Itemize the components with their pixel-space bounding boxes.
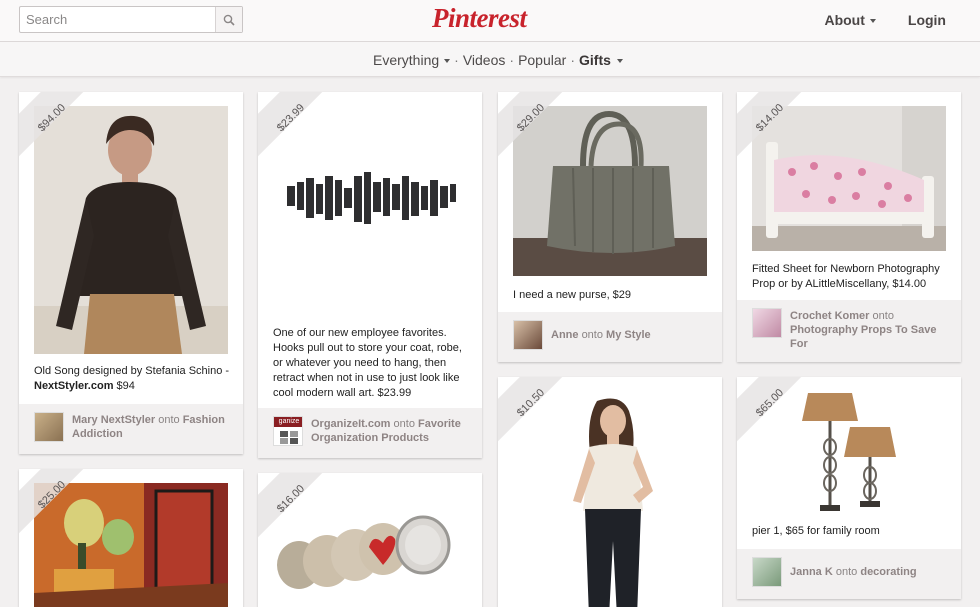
avatar[interactable]: ganize xyxy=(273,416,303,446)
pin-description: One of our new employee favorites. Hooks… xyxy=(273,327,462,399)
nav-separator: · xyxy=(509,52,515,68)
pin-card[interactable]: $10.50 xyxy=(498,377,722,607)
avatar[interactable] xyxy=(513,320,543,350)
search-box xyxy=(19,6,243,33)
user-name[interactable]: Anne xyxy=(551,329,579,341)
pinterest-logo[interactable]: Pinterest xyxy=(432,3,552,37)
pin-image[interactable] xyxy=(273,106,467,316)
pin-description: Fitted Sheet for Newborn Photography Pro… xyxy=(752,263,940,290)
pin-attribution: Mary NextStyler onto Fashion Addiction xyxy=(19,404,243,454)
login-label: Login xyxy=(907,12,946,28)
login-link[interactable]: Login xyxy=(908,12,946,28)
avatar[interactable] xyxy=(34,412,64,442)
onto-label: onto xyxy=(393,418,415,430)
pin-description-text: Old Song designed by Stefania Schino - xyxy=(34,365,230,377)
nav-separator: · xyxy=(454,52,459,68)
search-icon xyxy=(223,14,235,26)
about-menu[interactable]: About xyxy=(824,12,876,28)
nav-everything[interactable]: Everything xyxy=(373,52,439,68)
search-input[interactable] xyxy=(20,7,216,32)
pin-image[interactable] xyxy=(752,106,946,251)
about-label: About xyxy=(824,12,865,28)
avatar[interactable] xyxy=(752,557,782,587)
pin-attribution: ganize OrganizeIt.com onto Favorite Orga… xyxy=(258,408,482,458)
pin-image[interactable] xyxy=(34,106,228,354)
pin-card[interactable]: $25.00 xyxy=(19,469,243,607)
search-button[interactable] xyxy=(215,7,242,32)
pin-card[interactable]: $14.00 Fitted Sheet for Newborn Photogra… xyxy=(737,92,961,362)
onto-label: onto xyxy=(581,329,603,341)
pin-description: Old Song designed by Stefania Schino - N… xyxy=(34,364,234,394)
board-name[interactable]: decorating xyxy=(860,566,916,578)
top-nav: About Login xyxy=(824,12,980,28)
avatar-label: ganize xyxy=(274,417,302,427)
board-name[interactable]: Photography Props To Save For xyxy=(790,324,937,350)
chevron-down-icon xyxy=(869,18,876,23)
chevron-down-icon[interactable] xyxy=(444,58,451,63)
pin-card[interactable]: $23.99 One of our new employee favorites… xyxy=(258,92,482,458)
category-nav: Everything · Videos · Popular · Gifts xyxy=(0,42,980,77)
pin-attribution: Anne onto My Style xyxy=(498,312,722,362)
pin-image[interactable] xyxy=(34,483,228,607)
pin-image[interactable] xyxy=(513,391,707,607)
chevron-down-icon[interactable] xyxy=(616,58,623,63)
pin-attribution: Janna K onto decorating xyxy=(737,549,961,599)
avatar[interactable] xyxy=(752,308,782,338)
onto-label: onto xyxy=(872,310,894,322)
pin-image[interactable] xyxy=(752,391,946,517)
nav-popular[interactable]: Popular xyxy=(518,52,566,68)
nav-videos[interactable]: Videos xyxy=(463,52,506,68)
pin-card[interactable]: $16.00 xyxy=(258,473,482,607)
source-link[interactable]: NextStyler.com xyxy=(34,380,113,392)
user-name[interactable]: Mary NextStyler xyxy=(72,414,155,426)
nav-gifts[interactable]: Gifts xyxy=(579,52,611,68)
user-name[interactable]: Janna K xyxy=(790,566,833,578)
pin-image[interactable] xyxy=(513,106,707,276)
pin-card[interactable]: $29.00 I need a new purse, $29 Anne onto… xyxy=(498,92,722,362)
top-bar: Pinterest About Login xyxy=(0,0,980,42)
pin-card[interactable]: $94.00 Old Song designed by Stefania Sch… xyxy=(19,92,243,454)
pin-description: pier 1, $65 for family room xyxy=(752,525,880,537)
onto-label: onto xyxy=(835,566,858,578)
pin-description-price: $94 xyxy=(113,380,135,392)
nav-separator: · xyxy=(570,52,575,68)
pin-attribution: Crochet Komer onto Photography Props To … xyxy=(737,300,961,362)
onto-label: onto xyxy=(158,414,180,426)
pin-image[interactable] xyxy=(273,487,467,607)
pin-card[interactable]: $65.00 pier 1, $65 for family room Janna… xyxy=(737,377,961,599)
user-name[interactable]: Crochet Komer xyxy=(790,310,869,322)
board-name[interactable]: My Style xyxy=(606,329,651,341)
user-name[interactable]: OrganizeIt.com xyxy=(311,418,390,430)
pin-description: I need a new purse, $29 xyxy=(513,289,632,301)
